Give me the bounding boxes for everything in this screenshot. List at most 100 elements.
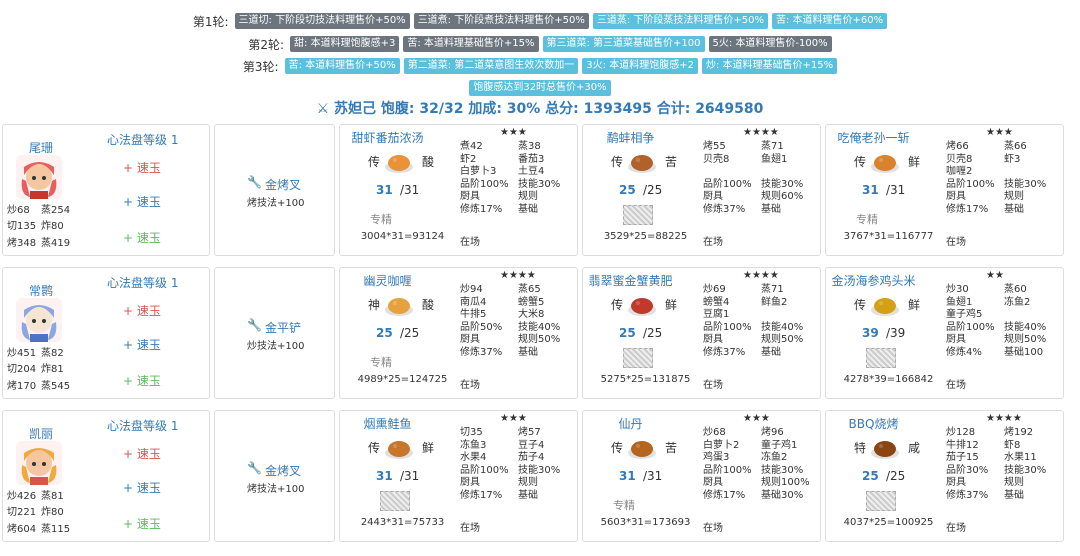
dish-condiment: 酸 bbox=[422, 155, 435, 169]
rarity-stars: ★★★★ bbox=[500, 270, 536, 281]
stat-row: 厨具 规则 bbox=[460, 191, 580, 204]
stat-cell: 贝壳8 bbox=[946, 153, 973, 165]
jade-slot[interactable]: + 速玉 bbox=[123, 159, 161, 176]
dish-card[interactable]: 仙丹 ★★★ 传 苦 31/31 专精 5603*31=173693 炒68 烤96 白萝卜2 童子… bbox=[582, 410, 821, 542]
round-row: 第3轮: 苦: 本道料理售价+50% 第二道菜: 第二道菜意图生效次数加一 3火: 本… bbox=[0, 57, 1080, 75]
stat-cell: 厨具 bbox=[460, 477, 480, 488]
stat-cell: 基础100 bbox=[1004, 346, 1044, 358]
dish-total: 4989*25=124725 bbox=[357, 374, 448, 385]
jade-slot[interactable]: + 速玉 bbox=[123, 445, 161, 462]
dish-name[interactable]: 金汤海参鸡头米 bbox=[826, 272, 921, 289]
rarity-stars: ★★ bbox=[986, 270, 1004, 281]
stat-cell: 冻鱼2 bbox=[1004, 296, 1031, 308]
stat-row: 修炼17% 基础 bbox=[460, 490, 580, 503]
equip-card[interactable]: 🔧 金平铲 炒技法+100 bbox=[214, 267, 335, 399]
dish-plate-icon bbox=[871, 298, 899, 316]
stat-cell: 咖喱2 bbox=[946, 166, 973, 177]
avatar-portrait-icon bbox=[16, 298, 62, 342]
dish-stat-grid: 烤66 蒸66 贝壳8 虾3 咖喱2 品阶100% 技能30% 厨具 规则 修炼17% 基础 bbox=[946, 141, 1066, 216]
dish-card[interactable]: 鹬蚌相争 ★★★★ 传 苦 25/25 3529*25=88225 烤55 蒸71 贝壳8 鱼翅1… bbox=[582, 124, 821, 256]
stat-cell: 蒸71 bbox=[761, 141, 784, 152]
stat-row: 修炼37% 基础 bbox=[703, 204, 823, 217]
jade-slot[interactable]: + 速玉 bbox=[123, 193, 161, 210]
dish-quantity[interactable]: 31 bbox=[862, 183, 879, 197]
stat-cell: 牛排12 bbox=[946, 439, 979, 451]
stat-row: 修炼17% 基础 bbox=[946, 204, 1066, 217]
chef-name[interactable]: 常鹮 bbox=[29, 282, 53, 299]
dish-quantity[interactable]: 31 bbox=[619, 469, 636, 483]
equip-desc: 烤技法+100 bbox=[247, 484, 305, 495]
dish-quantity[interactable]: 25 bbox=[619, 326, 636, 340]
dish-rarity: 神 bbox=[368, 298, 381, 312]
dish-status: 在场 bbox=[703, 380, 723, 391]
stat-cell: 技能40% bbox=[518, 321, 561, 333]
dish-quantity[interactable]: 25 bbox=[376, 326, 393, 340]
chef-name[interactable]: 凯丽 bbox=[29, 425, 53, 442]
jade-slot[interactable]: + 速玉 bbox=[123, 302, 161, 319]
dish-stat-grid: 炒30 蒸60 鱼翅1 冻鱼2 童子鸡5 品阶100% 技能40% 厨具 规则50% 修炼4% 基础… bbox=[946, 284, 1066, 359]
dish-card[interactable]: 烟熏鲑鱼 ★★★ 传鲜 31/31 2443*31=75733 切35 烤57 冻鱼3 豆子4 水… bbox=[339, 410, 578, 542]
jade-slot[interactable]: + 速玉 bbox=[123, 372, 161, 389]
dish-condiment: 咸 bbox=[908, 441, 921, 455]
jade-slot[interactable]: + 速玉 bbox=[123, 479, 161, 496]
dish-condiment: 苦 bbox=[665, 441, 678, 455]
dish-quantity[interactable]: 39 bbox=[862, 326, 879, 340]
equip-card[interactable]: 🔧 金烤叉 烤技法+100 bbox=[214, 410, 335, 542]
jade-slot[interactable]: + 速玉 bbox=[123, 336, 161, 353]
dish-card[interactable]: 吃俺老孙一斩 ★★★ 传 鲜 31/31 专精 3767*31=116777 烤66 蒸66 贝壳… bbox=[825, 124, 1064, 256]
chef-skill-title: 心法盘等级 1 bbox=[107, 133, 179, 147]
dish-name[interactable]: 鹬蚌相争 bbox=[583, 129, 678, 146]
dish-name[interactable]: 仙丹 bbox=[583, 415, 678, 432]
dish-card[interactable]: 幽灵咖喱 ★★★★ 神 酸 25/25 专精 4989*25=124725 炒94 蒸65 南瓜4… bbox=[339, 267, 578, 399]
dish-card[interactable]: BBQ烧烤 ★★★★ 特 咸 25/25 4037*25=100925 炒128 烤192 牛排… bbox=[825, 410, 1064, 542]
dish-status: 在场 bbox=[460, 380, 480, 391]
equip-desc: 炒技法+100 bbox=[247, 341, 305, 352]
stat-row: 厨具 规则100% bbox=[703, 477, 823, 490]
stat-cell: 鸡蛋3 bbox=[703, 452, 730, 463]
dish-quantity[interactable]: 25 bbox=[862, 469, 879, 483]
dish-card[interactable]: 甜虾番茄浓汤 ★★★ 传 酸 31/31 专精 3004*31=93124 煮42 蒸38 虾2 番… bbox=[339, 124, 578, 256]
stat-cell: 童子鸡5 bbox=[946, 309, 983, 320]
stat-cell: 基础 bbox=[518, 203, 538, 215]
stat-cell: 技能40% bbox=[1004, 321, 1047, 333]
dish-name[interactable]: 幽灵咖喱 bbox=[340, 272, 435, 289]
dish-quantity-max: /25 bbox=[400, 326, 420, 340]
dish-total: 3004*31=93124 bbox=[360, 231, 445, 242]
dish-quantity-max: /31 bbox=[400, 183, 420, 197]
stat-row: 品阶100% 技能40% bbox=[703, 322, 823, 335]
jade-slot[interactable]: + 速玉 bbox=[123, 515, 161, 532]
dish-quantity[interactable]: 25 bbox=[619, 183, 636, 197]
stat-row: 炒94 蒸65 bbox=[460, 284, 580, 297]
dish-card[interactable]: 翡翠蜜金蟹黄肥 ★★★★ 传 鲜 25/25 5275*25=131875 炒69 蒸71 螃蟹… bbox=[582, 267, 821, 399]
chef-stat: 切204 bbox=[7, 364, 37, 375]
stat-cell: 鲜鱼2 bbox=[761, 296, 788, 308]
stat-cell: 规则 bbox=[518, 477, 538, 488]
dish-quantity[interactable]: 31 bbox=[376, 183, 393, 197]
stat-cell: 品阶100% bbox=[946, 321, 995, 333]
stat-cell: 贝壳8 bbox=[703, 153, 730, 165]
stat-row: 白萝卜3 土豆4 bbox=[460, 166, 580, 179]
stat-cell: 鱼翅1 bbox=[761, 153, 788, 165]
dish-name[interactable]: 甜虾番茄浓汤 bbox=[340, 129, 435, 146]
dish-icon bbox=[384, 147, 414, 175]
dish-plate-icon bbox=[628, 155, 656, 173]
dish-status: 在场 bbox=[460, 523, 480, 534]
stat-cell: 烤57 bbox=[518, 427, 541, 438]
round-tag: 5火: 本道料理售价-100% bbox=[708, 36, 832, 52]
dish-card[interactable]: 金汤海参鸡头米 ★★ 传 鲜 39/39 4278*39=166842 炒30 蒸60 鱼翅1 冻… bbox=[825, 267, 1064, 399]
equip-card[interactable]: 🔧 金烤叉 烤技法+100 bbox=[214, 124, 335, 256]
stat-cell: 技能30% bbox=[761, 464, 804, 476]
dish-condiment: 鲜 bbox=[422, 441, 435, 455]
dish-total: 2443*31=75733 bbox=[360, 517, 445, 528]
stat-cell: 修炼37% bbox=[946, 489, 989, 501]
dish-name[interactable]: BBQ烧烤 bbox=[826, 415, 921, 432]
chef-stat: 切221 bbox=[7, 507, 37, 518]
dish-name[interactable]: 翡翠蜜金蟹黄肥 bbox=[583, 272, 678, 289]
dish-quantity[interactable]: 31 bbox=[376, 469, 393, 483]
chef-name[interactable]: 尾珊 bbox=[29, 139, 53, 156]
dish-name[interactable]: 吃俺老孙一斩 bbox=[826, 129, 921, 146]
jade-slot[interactable]: + 速玉 bbox=[123, 229, 161, 246]
chef-stat: 蒸545 bbox=[41, 381, 71, 392]
dish-name[interactable]: 烟熏鲑鱼 bbox=[340, 415, 435, 432]
dish-status: 在场 bbox=[946, 237, 966, 248]
